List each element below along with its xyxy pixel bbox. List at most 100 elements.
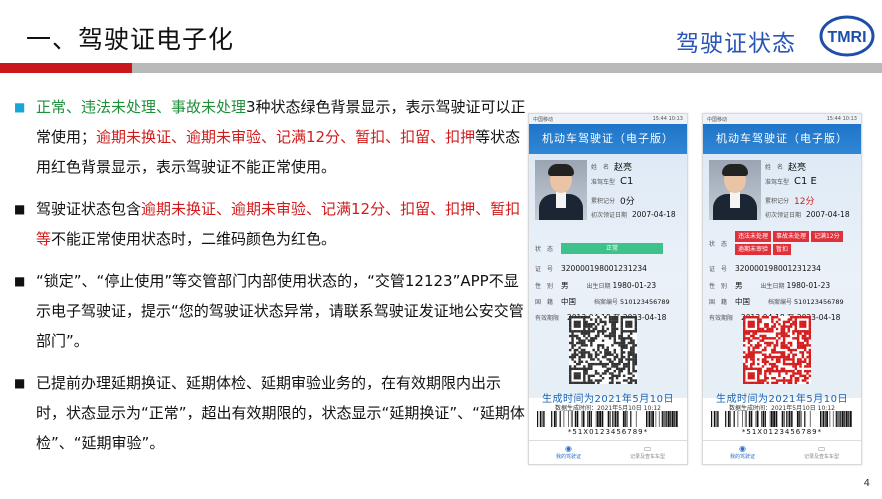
status-label: 状 态	[535, 245, 554, 253]
country-value: 中国	[735, 297, 751, 306]
bullet-item: ■ 正常、违法未处理、事故未处理3种状态绿色背景显示，表示驾驶证可以正常使用；逾期…	[14, 92, 530, 182]
holder-name: 赵亮	[788, 163, 807, 173]
bullet-text: 驾驶证状态包含逾期未换证、逾期未审验、记满12分、扣留、扣押、暂扣等不能正常使用…	[36, 194, 530, 254]
car-icon: ▭	[817, 444, 826, 453]
logo-text: TMRI	[827, 29, 866, 46]
person-icon: ◉	[739, 444, 746, 453]
card-title: 机动车驾驶证（电子版）	[529, 124, 687, 154]
page-title: 一、驾驶证电子化	[26, 25, 235, 54]
nav-records[interactable]: ▭ 记录及查车车型	[608, 441, 687, 464]
license-number: 320000198001231234	[735, 264, 821, 273]
field-label: 性 别	[535, 283, 554, 290]
nav-label: 我的驾驶证	[729, 454, 755, 460]
bullet-item: ■ “锁定”、“停止使用”等交管部门内部使用状态的，“交管12123”APP不显示…	[14, 266, 530, 356]
bullet-segment: 逾期未换证、逾期未审验、记满12分、暂扣、扣留、扣押	[96, 128, 476, 146]
nav-records[interactable]: ▭ 记录及查车车型	[782, 441, 861, 464]
field-label: 姓 名	[591, 164, 610, 171]
header-bar-accent	[0, 63, 132, 73]
nav-label: 记录及查车车型	[629, 454, 665, 460]
nav-label: 我的驾驶证	[555, 454, 581, 460]
phone-abnormal: 中国移动 15:44 10:13 机动车驾驶证（电子版） 姓 名赵亮 准驾车型 C…	[702, 113, 862, 465]
field-label: 累积记分	[765, 198, 790, 205]
field-label: 准驾车型	[765, 179, 790, 186]
bullet-item: ■ 驾驶证状态包含逾期未换证、逾期未审验、记满12分、扣留、扣押、暂扣等不能正常使…	[14, 194, 530, 254]
field-label: 累积记分	[591, 198, 616, 205]
field-label: 初次领证日期	[765, 212, 802, 219]
bottom-nav: ◉ 我的驾驶证 ▭ 记录及查车车型	[529, 440, 687, 464]
license-photo	[709, 160, 761, 220]
qr-code	[569, 316, 638, 385]
first-issue-date: 2007-04-18	[806, 210, 850, 219]
card-title: 机动车驾驶证（电子版）	[703, 124, 861, 154]
field-label: 证 号	[709, 266, 728, 273]
nav-my-license[interactable]: ◉ 我的驾驶证	[703, 441, 782, 464]
bullet-text: “锁定”、“停止使用”等交管部门内部使用状态的，“交管12123”APP不显示电…	[36, 266, 530, 356]
field-label: 有效期限	[535, 315, 560, 322]
bullet-list: ■ 正常、违法未处理、事故未处理3种状态绿色背景显示，表示驾驶证可以正常使用；逾期…	[14, 92, 530, 470]
barcode-number: *51X0123456789*	[741, 428, 823, 436]
section-subtitle: 驾驶证状态	[676, 31, 796, 57]
field-label: 准驾车型	[591, 179, 616, 186]
bullet-marker-icon: ■	[14, 274, 26, 288]
field-label: 国 籍	[709, 299, 728, 306]
status-tag: 事故未处理	[773, 231, 810, 242]
phone-normal: 中国移动 15:44 10:13 机动车驾驶证（电子版） 姓 名赵亮 准驾车型 C…	[528, 113, 688, 465]
clock: 15:44 10:13	[826, 116, 857, 122]
status-bar: 中国移动 15:44 10:13	[529, 114, 687, 124]
header-bar	[132, 63, 882, 73]
status-label: 状 态	[709, 240, 728, 248]
field-label: 出生日期	[586, 283, 611, 290]
bullet-marker-icon: ■	[14, 376, 26, 390]
vehicle-class: C1 E	[794, 176, 817, 187]
birth-date: 1980-01-23	[786, 281, 831, 290]
car-icon: ▭	[643, 444, 652, 453]
status-tag: 记满12分	[811, 231, 843, 242]
field-label: 出生日期	[760, 283, 785, 290]
license-photo	[535, 160, 587, 220]
field-label: 档案编号	[594, 299, 619, 306]
field-label: 档案编号	[768, 299, 793, 306]
qr-code	[743, 316, 812, 385]
status-tag: 逾期未审验	[735, 244, 772, 255]
carrier-signal: 中国移动	[707, 116, 728, 123]
page-number: 4	[863, 478, 870, 489]
holder-name: 赵亮	[614, 163, 633, 173]
field-label: 姓 名	[765, 164, 784, 171]
person-icon: ◉	[565, 444, 572, 453]
barcode	[711, 411, 853, 427]
bullet-segment: 正常、违法未处理、事故未处理	[36, 98, 247, 116]
first-issue-date: 2007-04-18	[632, 210, 676, 219]
bullet-text: 正常、违法未处理、事故未处理3种状态绿色背景显示，表示驾驶证可以正常使用；逾期未…	[36, 92, 530, 182]
nav-label: 记录及查车车型	[803, 454, 839, 460]
status-tag: 暂扣	[773, 244, 792, 255]
file-number: 510123456789	[620, 298, 670, 306]
nav-my-license[interactable]: ◉ 我的驾驶证	[529, 441, 608, 464]
status-row: 状 态 正常	[535, 240, 681, 256]
sex-value: 男	[735, 281, 743, 290]
barcode-number: *51X0123456789*	[567, 428, 649, 436]
status-bar: 中国移动 15:44 10:13	[703, 114, 861, 124]
clock: 15:44 10:13	[652, 116, 683, 122]
barcode	[537, 411, 679, 427]
file-number: 510123456789	[794, 298, 844, 306]
field-label: 国 籍	[535, 299, 554, 306]
score-value: 12分	[794, 197, 815, 207]
country-value: 中国	[561, 297, 577, 306]
bullet-segment: “锁定”、“停止使用”等交管部门内部使用状态的，“交管12123”APP不显示电…	[36, 272, 524, 350]
field-label: 有效期限	[709, 315, 734, 322]
status-tag: 正常	[561, 242, 663, 254]
sex-value: 男	[561, 281, 569, 290]
carrier-signal: 中国移动	[533, 116, 554, 123]
bullet-item: ■ 已提前办理延期换证、延期体检、延期审验业务的，在有效期限内出示时，状态显示为“…	[14, 368, 530, 458]
bullet-text: 已提前办理延期换证、延期体检、延期审验业务的，在有效期限内出示时，状态显示为“正…	[36, 368, 530, 458]
birth-date: 1980-01-23	[612, 281, 657, 290]
field-label: 初次领证日期	[591, 212, 628, 219]
score-value: 0分	[620, 197, 635, 207]
bullet-segment: 驾驶证状态包含	[36, 200, 142, 218]
bullet-marker-icon: ■	[14, 202, 26, 216]
status-row: 状 态 违法未处理 事故未处理 记满12分逾期未审验 暂扣	[709, 228, 855, 258]
status-tag: 违法未处理	[735, 231, 772, 242]
field-label: 性 别	[709, 283, 728, 290]
license-number: 320000198001231234	[561, 264, 647, 273]
bullet-segment: 不能正常使用状态时，二维码颜色为红色。	[51, 230, 337, 248]
